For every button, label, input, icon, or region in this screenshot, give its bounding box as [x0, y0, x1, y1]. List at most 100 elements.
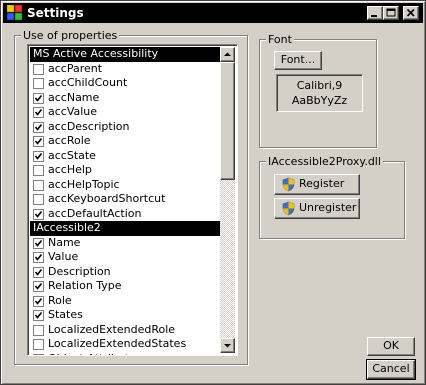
property-item[interactable]: Name — [30, 236, 221, 251]
checkmark-icon — [34, 138, 43, 145]
checkmark-icon — [34, 94, 43, 102]
property-label: accDefaultAction — [48, 206, 142, 220]
property-item[interactable]: accParent — [30, 62, 221, 77]
checkmark-icon — [34, 239, 43, 247]
property-checkbox[interactable] — [33, 266, 44, 278]
property-item[interactable]: accKeyboardShortcut — [30, 192, 221, 207]
property-item[interactable]: accDefaultAction — [30, 207, 221, 222]
property-item[interactable]: Role — [30, 294, 221, 309]
property-item[interactable]: accHelp — [30, 163, 221, 178]
property-label: accName — [48, 90, 100, 104]
font-button[interactable]: Font... — [274, 51, 322, 70]
property-label: Name — [48, 235, 81, 249]
font-preview-sample: AaBbYyZz — [291, 94, 348, 107]
checkmark-icon — [34, 210, 43, 218]
property-label: accState — [48, 148, 96, 162]
close-icon — [406, 8, 415, 17]
settings-dialog: Settings Use of properties MS Active Acc… — [0, 0, 426, 385]
scroll-down-button[interactable] — [220, 338, 235, 353]
property-label: Value — [48, 250, 79, 263]
property-item[interactable]: Value — [30, 250, 221, 265]
property-item[interactable]: LocalizedExtendedStates — [30, 337, 221, 352]
property-checkbox[interactable] — [33, 237, 44, 249]
minimize-button[interactable] — [367, 6, 383, 20]
ok-button[interactable]: OK — [367, 337, 415, 356]
property-checkbox[interactable] — [33, 78, 44, 89]
property-item[interactable]: Description — [30, 265, 221, 280]
checkmark-icon — [34, 312, 43, 319]
property-item[interactable]: LocalizedExtendedRole — [30, 323, 221, 338]
checkmark-icon — [34, 297, 43, 305]
properties-listbox[interactable]: MS Active Accessibility accParent accChild… — [27, 44, 238, 356]
property-checkbox[interactable] — [33, 92, 44, 104]
property-checkbox[interactable] — [33, 353, 44, 357]
checkmark-icon — [34, 268, 43, 276]
properties-list: MS Active Accessibility accParent accChild… — [30, 47, 221, 357]
property-checkbox[interactable] — [33, 194, 44, 205]
register-label: Register — [299, 177, 345, 190]
list-section-header: MS Active Accessibility — [30, 47, 221, 62]
property-checkbox[interactable] — [33, 208, 44, 220]
property-label: States — [48, 308, 83, 321]
property-checkbox[interactable] — [33, 121, 44, 133]
property-item[interactable]: accState — [30, 149, 221, 164]
minimize-icon — [371, 15, 377, 17]
property-label: accHelpTopic — [48, 177, 120, 191]
property-item[interactable]: accRole — [30, 134, 221, 149]
checkmark-icon — [34, 254, 43, 261]
unregister-label: Unregister — [299, 201, 357, 214]
property-label: Object Attributes — [48, 352, 142, 356]
maximize-button[interactable] — [383, 6, 399, 20]
property-label: LocalizedExtendedRole — [48, 322, 176, 336]
property-checkbox[interactable] — [33, 339, 44, 350]
checkmark-icon — [34, 283, 43, 290]
font-preview: Calibri,9 AaBbYyZz — [276, 74, 363, 112]
maximize-icon — [386, 8, 396, 17]
property-label: Description — [48, 264, 111, 278]
property-item[interactable]: accHelpTopic — [30, 178, 221, 193]
property-label: accRole — [48, 134, 91, 147]
property-item[interactable]: accValue — [30, 105, 221, 120]
proxy-legend: IAccessible2Proxy.dll — [266, 155, 383, 168]
property-checkbox[interactable] — [33, 150, 44, 162]
property-item[interactable]: Relation Type — [30, 279, 221, 294]
cancel-button[interactable]: Cancel — [366, 359, 416, 380]
title-bar[interactable]: Settings — [3, 3, 423, 23]
property-item[interactable]: accChildCount — [30, 76, 221, 91]
uac-shield-icon — [282, 177, 295, 192]
checkmark-icon — [34, 152, 43, 160]
property-label: Relation Type — [48, 279, 122, 292]
property-item[interactable]: accName — [30, 91, 221, 106]
property-checkbox[interactable] — [33, 165, 44, 176]
checkmark-icon — [34, 123, 43, 131]
property-checkbox[interactable] — [33, 310, 44, 321]
property-checkbox[interactable] — [33, 281, 44, 292]
property-checkbox[interactable] — [33, 252, 44, 263]
property-label: Role — [48, 293, 72, 307]
close-button[interactable] — [403, 6, 419, 20]
checkmark-icon — [34, 109, 43, 116]
scroll-up-button[interactable] — [220, 47, 235, 62]
font-legend: Font — [266, 33, 294, 46]
scroll-thumb[interactable] — [220, 62, 235, 180]
register-button[interactable]: Register — [274, 174, 360, 195]
property-checkbox[interactable] — [33, 63, 44, 75]
property-label: LocalizedExtendedStates — [48, 337, 187, 350]
property-item[interactable]: accDescription — [30, 120, 221, 135]
property-checkbox[interactable] — [33, 179, 44, 191]
font-preview-name: Calibri,9 — [296, 79, 343, 92]
property-checkbox[interactable] — [33, 136, 44, 147]
vertical-scrollbar[interactable] — [220, 47, 235, 353]
property-label: accChildCount — [48, 76, 128, 89]
checkmark-icon — [34, 355, 43, 357]
uac-shield-icon — [282, 201, 295, 216]
property-label: accKeyboardShortcut — [48, 192, 166, 205]
property-checkbox[interactable] — [33, 295, 44, 307]
app-icon — [7, 5, 23, 21]
property-item[interactable]: Object Attributes — [30, 352, 221, 357]
property-label: accParent — [48, 61, 103, 75]
property-checkbox[interactable] — [33, 324, 44, 336]
unregister-button[interactable]: Unregister — [274, 198, 360, 219]
property-item[interactable]: States — [30, 308, 221, 323]
property-checkbox[interactable] — [33, 107, 44, 118]
